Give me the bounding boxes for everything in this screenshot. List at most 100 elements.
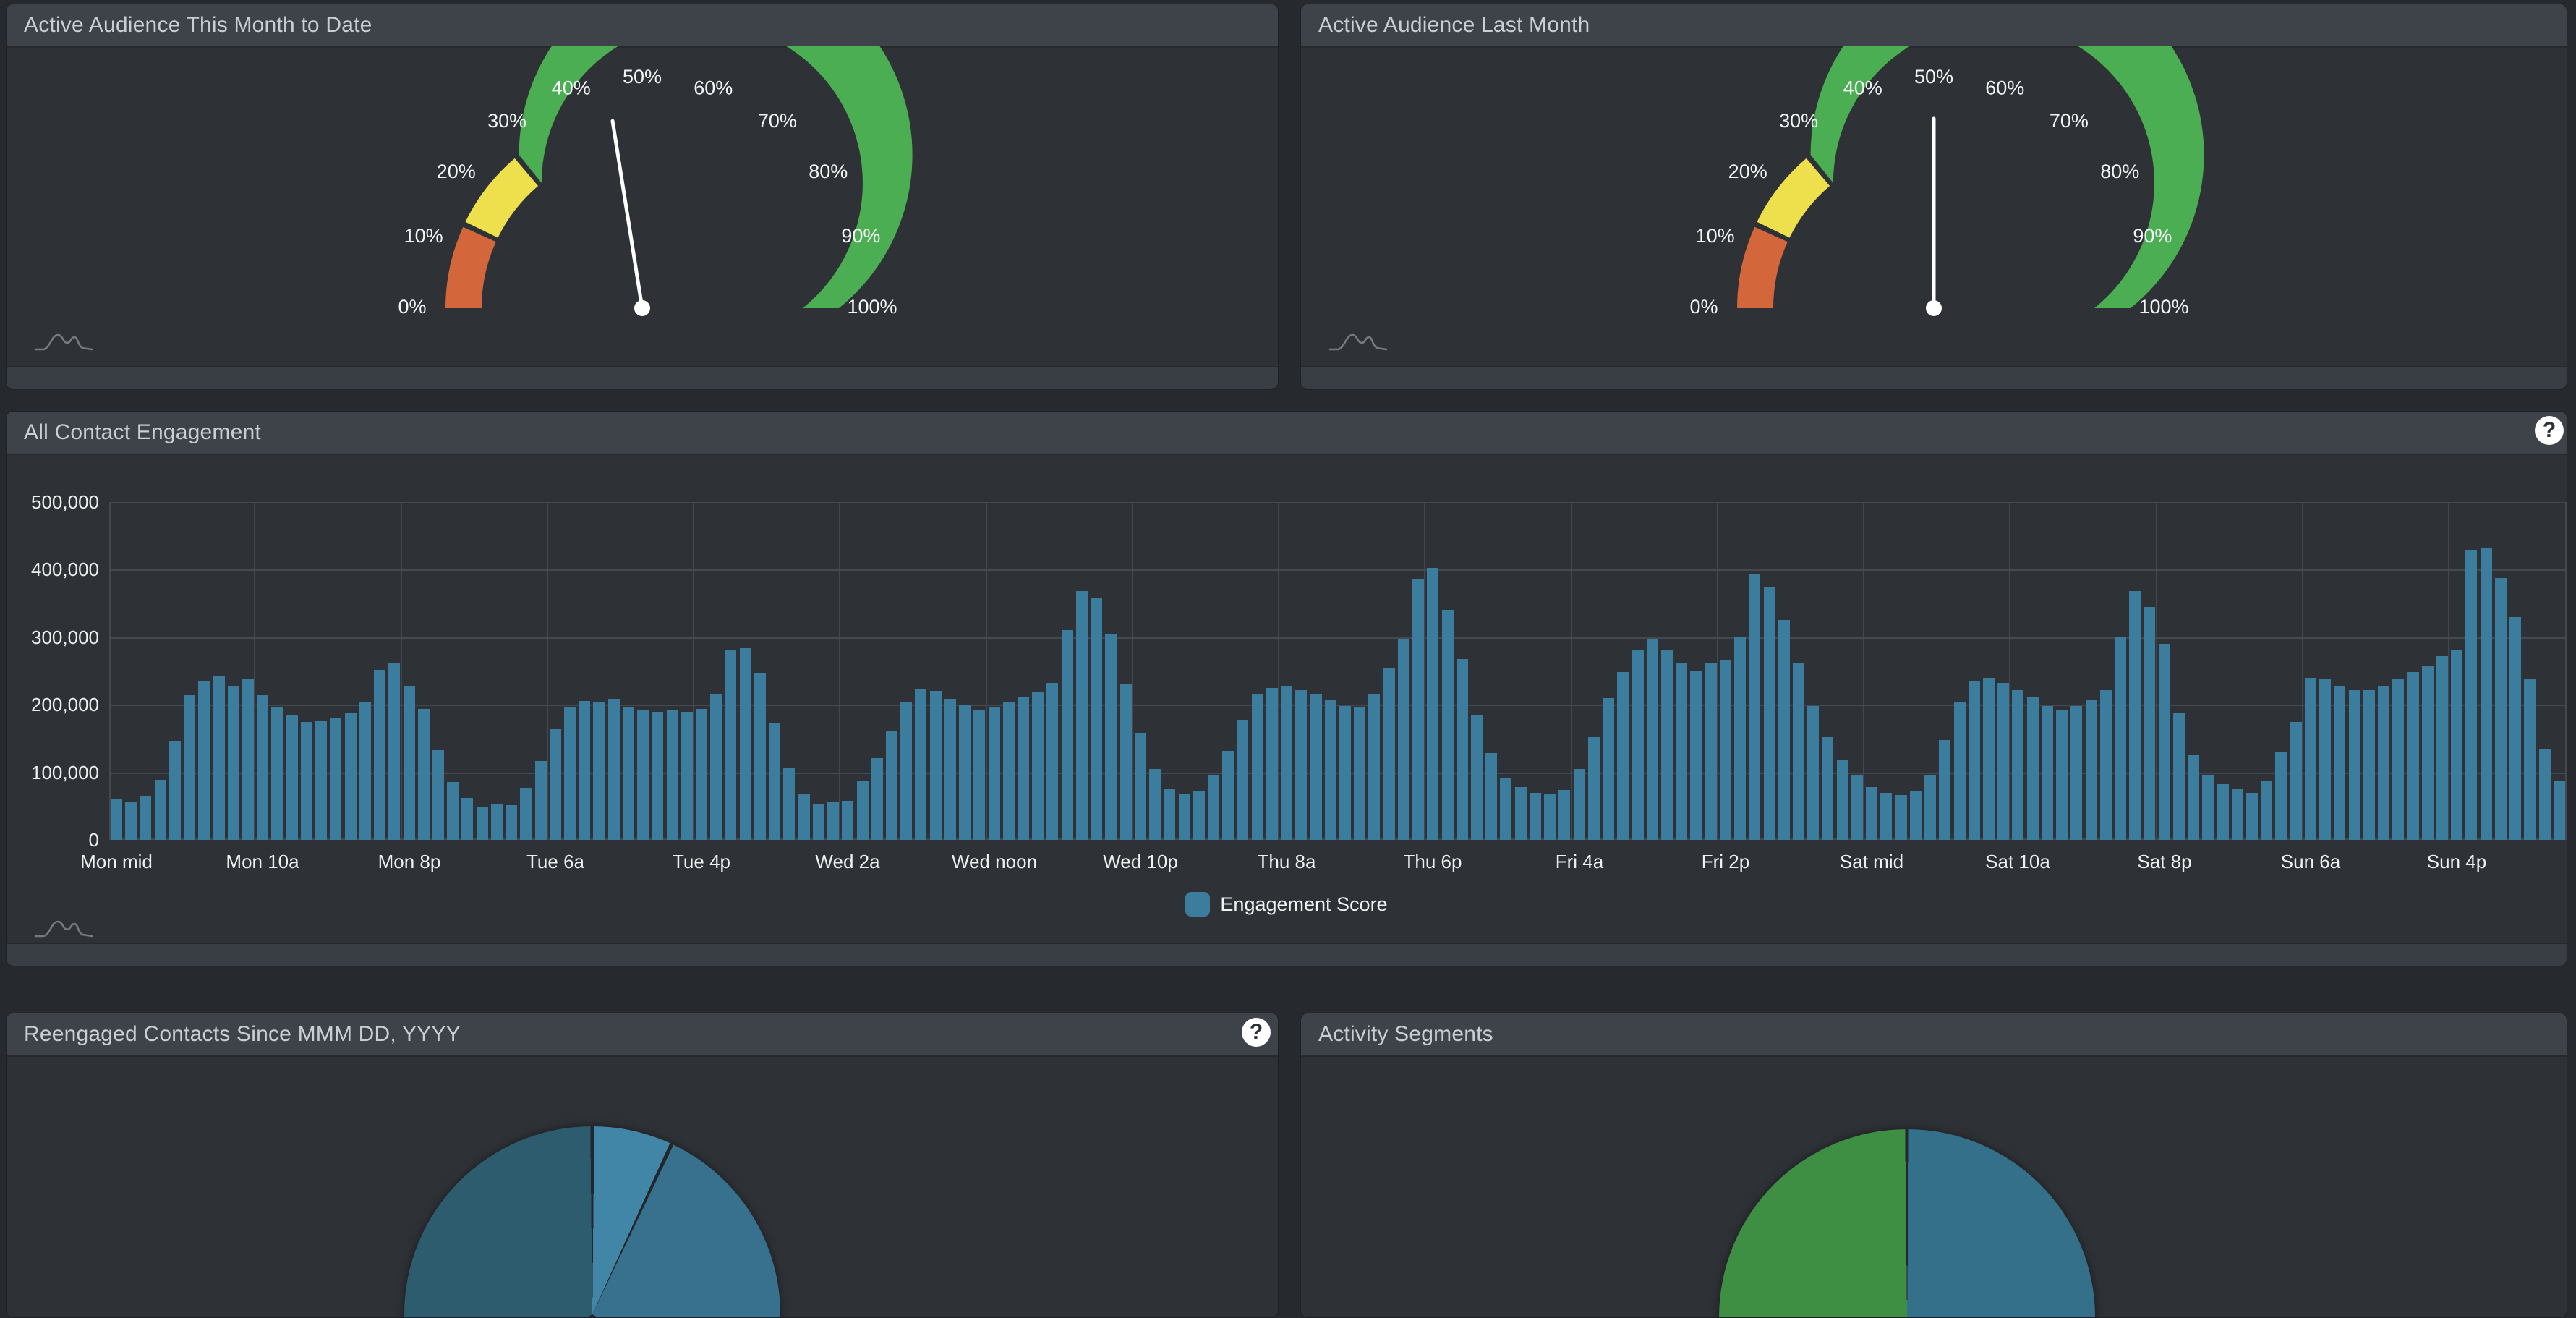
gauge-tick-label: 50% — [623, 66, 662, 88]
gridline-vertical — [2565, 502, 2567, 840]
engagement-bar — [184, 695, 195, 840]
bar-plot — [109, 502, 2567, 840]
y-axis-labels: 500,000400,000300,000200,000100,0000 — [7, 502, 99, 840]
engagement-bar — [2275, 752, 2287, 840]
engagement-bar — [1676, 663, 1687, 840]
engagement-bar — [2012, 690, 2023, 840]
panel-active-audience-last-month: Active Audience Last Month 0%10%20%30%40… — [1300, 4, 2567, 390]
engagement-bar — [608, 699, 620, 840]
panel-title: Activity Segments — [1318, 1022, 1493, 1047]
gridline-horizontal — [109, 705, 2567, 706]
panel-title: Reengaged Contacts Since MMM DD, YYYY — [24, 1022, 461, 1047]
engagement-bar — [1793, 663, 1804, 840]
engagement-bar — [447, 782, 459, 840]
engagement-bar — [973, 710, 985, 840]
y-axis-tick-label: 0 — [89, 829, 99, 851]
engagement-bar — [1471, 715, 1483, 840]
y-axis-tick-label: 400,000 — [31, 558, 99, 581]
gauge-svg: 0%10%20%30%40%50%60%70%80%90%100% — [7, 46, 1278, 367]
engagement-bar — [1442, 610, 1454, 840]
panel-header: Active Audience Last Month — [1301, 4, 2567, 48]
engagement-bar — [2378, 686, 2389, 840]
engagement-bar — [1062, 630, 1073, 840]
gridline-vertical — [986, 502, 987, 840]
engagement-bar — [2246, 793, 2258, 840]
engagement-bar — [623, 707, 634, 840]
engagement-bar — [857, 781, 869, 840]
engagement-bar — [2188, 755, 2199, 840]
engagement-bar — [1822, 737, 1833, 840]
gauge-chart-last-month: 0%10%20%30%40%50%60%70%80%90%100% — [1301, 46, 2567, 367]
engagement-bar — [2056, 710, 2068, 840]
engagement-bar — [213, 676, 225, 840]
gridline-vertical — [1278, 502, 1279, 840]
engagement-bar — [1500, 778, 1511, 840]
engagement-bar — [2349, 690, 2360, 840]
engagement-bar — [959, 705, 971, 840]
gauge-tick-label: 30% — [487, 110, 526, 132]
gridline-vertical — [2448, 502, 2449, 840]
engagement-bar — [2086, 700, 2097, 840]
engagement-bar — [2481, 548, 2492, 840]
engagement-bar — [1208, 775, 1219, 840]
gridline-vertical — [109, 502, 111, 840]
engagement-bar — [1851, 775, 1863, 840]
engagement-bar — [1018, 697, 1029, 840]
engagement-bar — [2173, 713, 2185, 840]
engagement-bar — [1690, 671, 1702, 840]
engagement-bar — [301, 722, 312, 840]
panel-activity-segments: Activity Segments — [1300, 1013, 2567, 1318]
panel-title: All Contact Engagement — [24, 420, 261, 445]
panel-title: Active Audience Last Month — [1318, 13, 1590, 38]
engagement-bar — [345, 713, 357, 840]
engagement-bar — [198, 681, 210, 840]
engagement-bar — [1997, 683, 2009, 840]
engagement-bar — [1705, 663, 1717, 840]
engagement-bar — [2554, 781, 2565, 840]
gauge-tick-label: 30% — [1779, 110, 1818, 132]
x-axis-tick-label: Sun 6a — [2281, 851, 2340, 873]
engagement-bar — [1837, 760, 1848, 840]
gauge-tick-label: 80% — [809, 161, 848, 182]
help-icon[interactable]: ? — [1242, 1018, 1271, 1047]
engagement-bar — [710, 694, 722, 840]
gauge-tick-label: 70% — [758, 110, 797, 132]
y-axis-tick-label: 300,000 — [31, 626, 99, 649]
engagement-bar — [2524, 679, 2536, 840]
engagement-bar — [1939, 740, 1950, 840]
gauge-tick-label: 40% — [1843, 77, 1882, 99]
engagement-bar — [418, 709, 430, 840]
engagement-bar — [140, 796, 151, 840]
engagement-bar — [520, 788, 532, 840]
x-axis-tick-label: Thu 6p — [1404, 851, 1462, 873]
engagement-bar — [2451, 650, 2462, 840]
gauge-needle-pivot — [1926, 300, 1942, 316]
engagement-bar — [1149, 769, 1161, 840]
engagement-bar — [740, 648, 751, 840]
engagement-bar — [2159, 644, 2170, 840]
panel-header: Reengaged Contacts Since MMM DD, YYYY — [7, 1013, 1278, 1057]
x-axis-tick-label: Tue 6a — [526, 851, 584, 873]
engagement-bar — [667, 710, 678, 840]
engagement-bar — [2407, 672, 2419, 840]
engagement-bar — [2392, 679, 2404, 840]
help-icon[interactable]: ? — [2535, 416, 2564, 445]
engagement-bar — [1530, 793, 1541, 840]
gauge-segment — [466, 158, 539, 238]
engagement-bar — [2319, 679, 2331, 840]
y-axis-tick-label: 500,000 — [31, 491, 99, 514]
engagement-bar — [242, 679, 254, 840]
panel-header: Activity Segments — [1301, 1013, 2567, 1057]
gridline-vertical — [401, 502, 402, 840]
engagement-bar — [228, 686, 239, 840]
gauge-tick-label: 90% — [2133, 225, 2172, 247]
engagement-bar — [125, 802, 137, 840]
engagement-bar — [1368, 694, 1380, 840]
x-axis-tick-label: Sat 10a — [1985, 851, 2050, 873]
engagement-bar — [1749, 574, 1760, 840]
x-axis-tick-label: Mon 8p — [378, 851, 441, 873]
panel-header: Active Audience This Month to Date — [7, 4, 1278, 48]
engagement-bar — [827, 802, 839, 840]
engagement-bar — [1588, 737, 1600, 840]
engagement-bar — [593, 702, 605, 840]
